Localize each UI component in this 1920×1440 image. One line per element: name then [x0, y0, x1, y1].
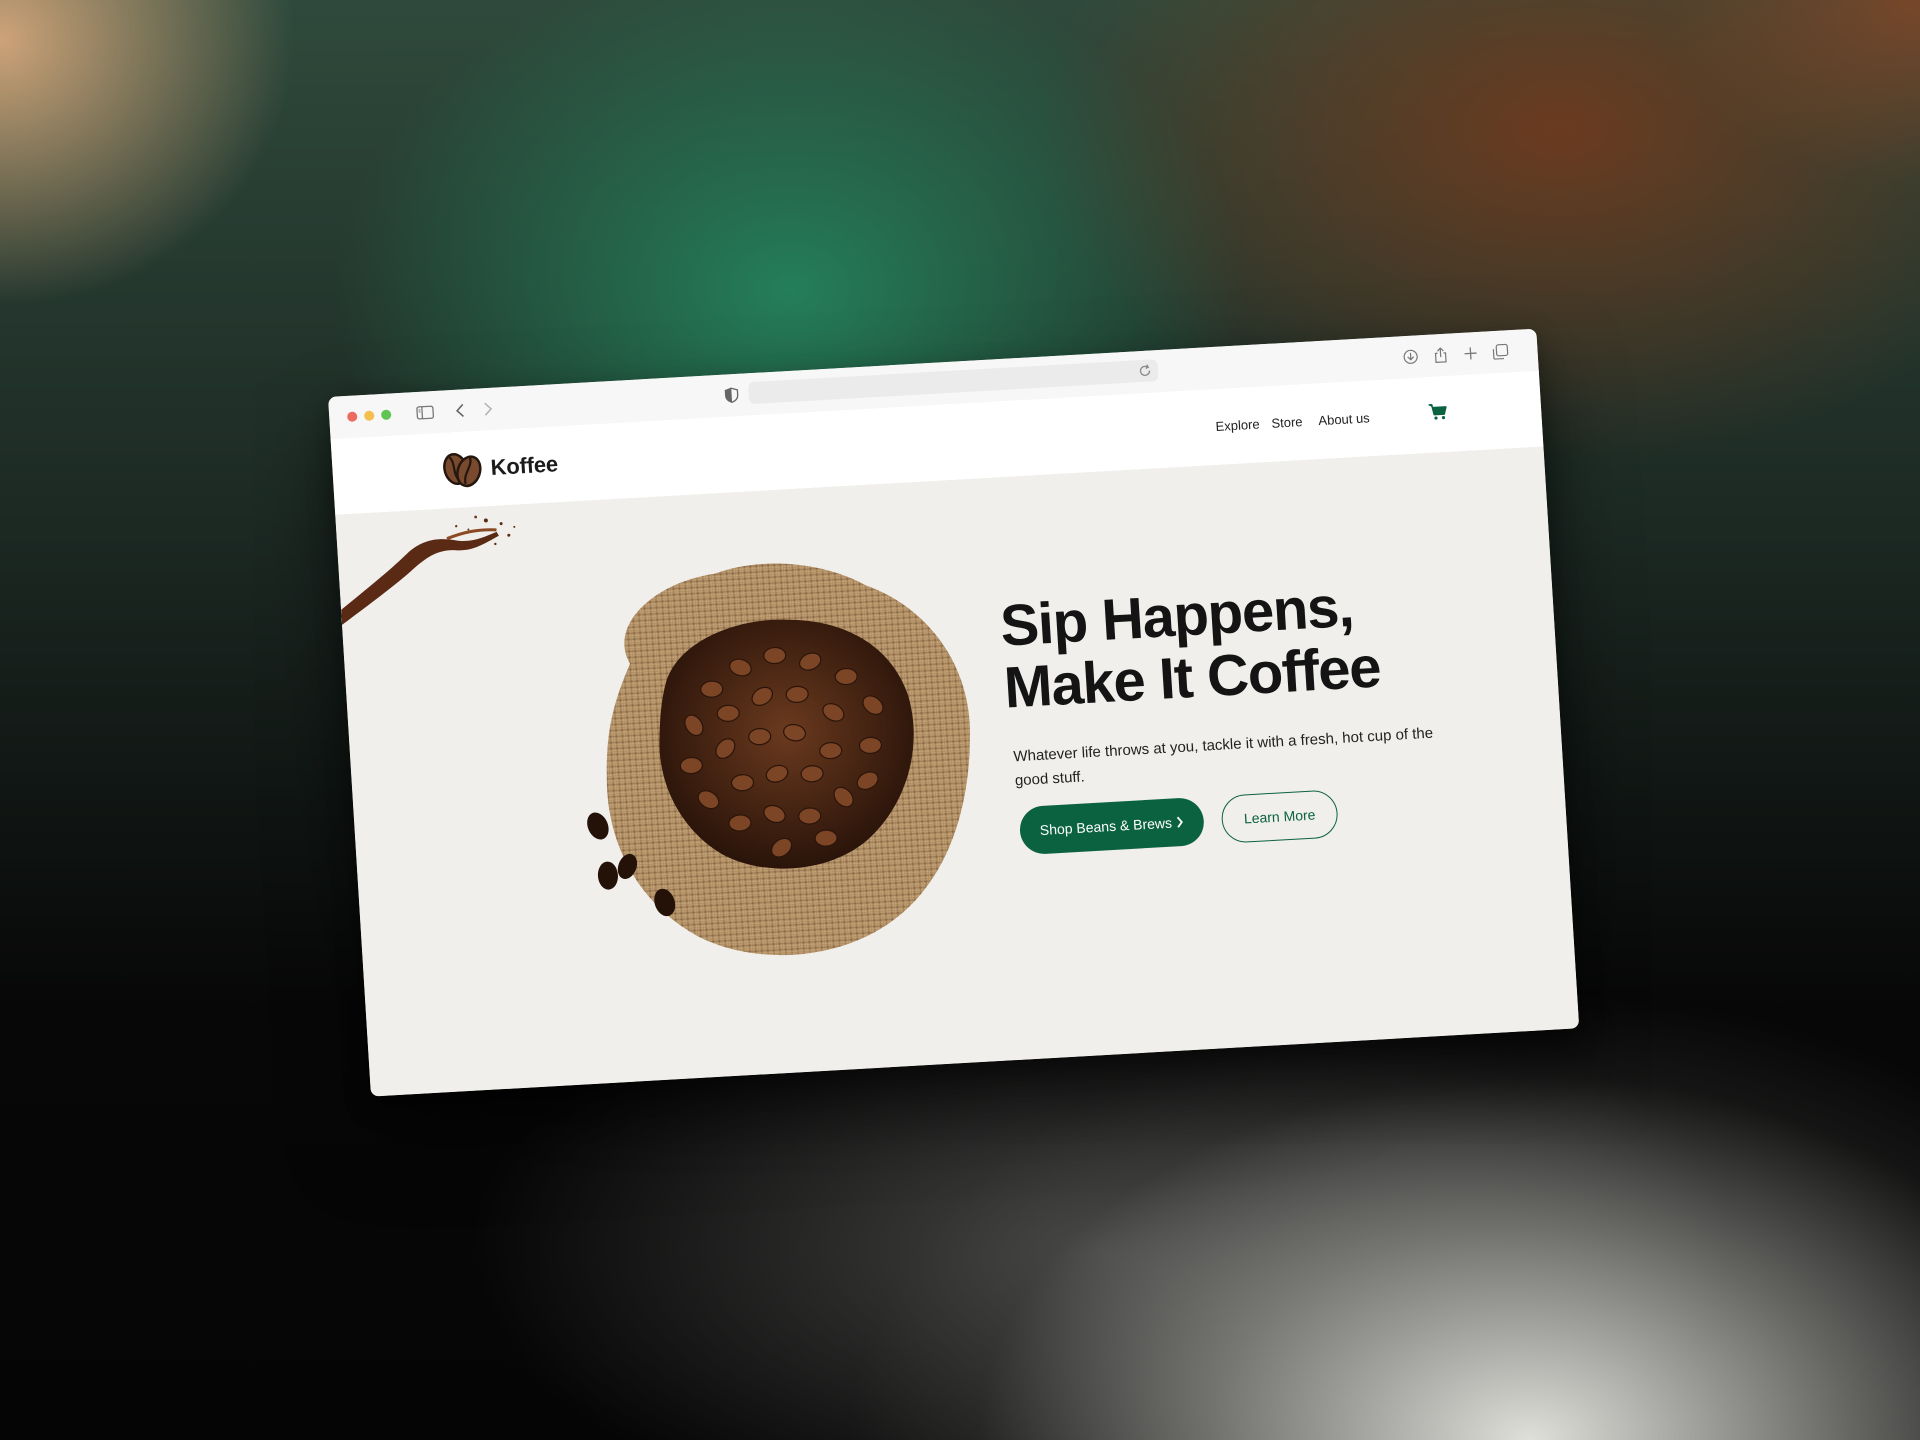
privacy-shield-icon[interactable]: [720, 384, 743, 407]
hero-headline: Sip Happens, Make It Coffee: [998, 566, 1526, 721]
coffee-splash-image: [341, 515, 516, 625]
shop-beans-brews-button[interactable]: Shop Beans & Brews: [1018, 796, 1206, 856]
reload-icon[interactable]: [1138, 363, 1153, 383]
back-arrow-icon[interactable]: [448, 399, 471, 422]
chevron-right-icon: [1176, 816, 1184, 828]
maximize-window-button[interactable]: [380, 409, 392, 421]
sidebar-toggle-icon[interactable]: [413, 401, 436, 424]
tab-overview-icon[interactable]: [1489, 340, 1512, 363]
nav-link-store[interactable]: Store: [1271, 414, 1303, 431]
hero-subtext: Whatever life throws at you, tackle it w…: [1013, 721, 1455, 794]
cart-icon[interactable]: [1427, 401, 1448, 422]
nav-link-explore[interactable]: Explore: [1215, 417, 1260, 434]
close-window-button[interactable]: [346, 411, 358, 422]
minimize-window-button[interactable]: [363, 410, 375, 422]
coffee-beans-icon[interactable]: [440, 449, 484, 489]
brand-name[interactable]: Koffee: [490, 451, 559, 481]
share-icon[interactable]: [1429, 343, 1452, 366]
new-tab-icon[interactable]: [1459, 342, 1482, 365]
coffee-sack-image: [587, 563, 971, 956]
nav-link-about-us[interactable]: About us: [1318, 410, 1370, 428]
shop-beans-brews-label: Shop Beans & Brews: [1039, 814, 1173, 839]
forward-arrow-icon[interactable]: [476, 397, 499, 420]
learn-more-button[interactable]: Learn More: [1220, 789, 1340, 844]
downloads-icon[interactable]: [1399, 345, 1422, 368]
browser-window: Koffee Explore Store About us Sip Happen…: [328, 328, 1580, 1097]
hero-section: Sip Happens, Make It Coffee Whatever lif…: [335, 446, 1580, 1097]
